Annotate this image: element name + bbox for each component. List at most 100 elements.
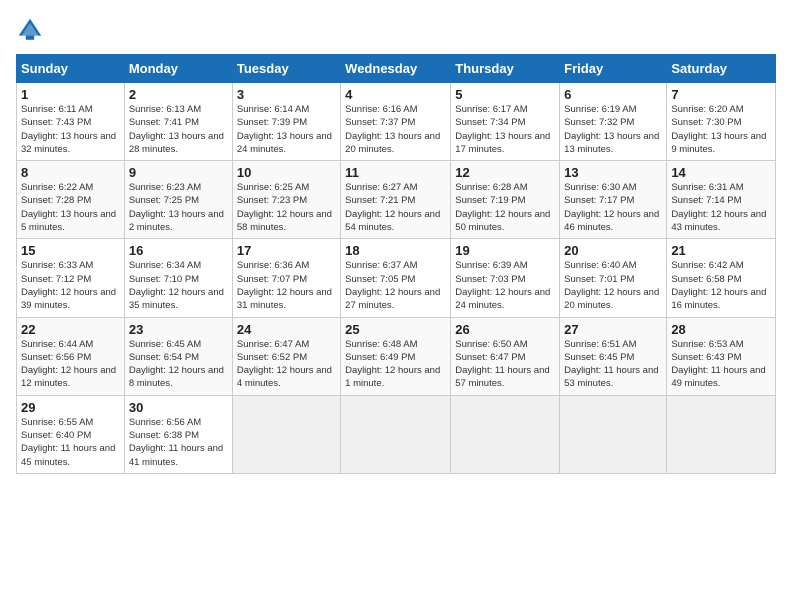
calendar-day-cell — [232, 395, 340, 473]
calendar-day-cell — [560, 395, 667, 473]
logo — [16, 16, 48, 44]
header — [16, 16, 776, 44]
calendar-day-cell: 1 Sunrise: 6:11 AM Sunset: 7:43 PM Dayli… — [17, 83, 125, 161]
weekday-header: Tuesday — [232, 55, 340, 83]
day-info: Sunrise: 6:45 AM Sunset: 6:54 PM Dayligh… — [129, 338, 228, 391]
calendar-day-cell: 24 Sunrise: 6:47 AM Sunset: 6:52 PM Dayl… — [232, 317, 340, 395]
day-info: Sunrise: 6:31 AM Sunset: 7:14 PM Dayligh… — [671, 181, 771, 234]
day-number: 6 — [564, 87, 662, 102]
day-info: Sunrise: 6:28 AM Sunset: 7:19 PM Dayligh… — [455, 181, 555, 234]
day-number: 27 — [564, 322, 662, 337]
day-number: 22 — [21, 322, 120, 337]
calendar-day-cell: 22 Sunrise: 6:44 AM Sunset: 6:56 PM Dayl… — [17, 317, 125, 395]
day-number: 3 — [237, 87, 336, 102]
day-info: Sunrise: 6:51 AM Sunset: 6:45 PM Dayligh… — [564, 338, 662, 391]
weekday-header: Wednesday — [341, 55, 451, 83]
logo-icon — [16, 16, 44, 44]
calendar-day-cell: 2 Sunrise: 6:13 AM Sunset: 7:41 PM Dayli… — [124, 83, 232, 161]
day-info: Sunrise: 6:13 AM Sunset: 7:41 PM Dayligh… — [129, 103, 228, 156]
calendar-day-cell: 23 Sunrise: 6:45 AM Sunset: 6:54 PM Dayl… — [124, 317, 232, 395]
day-number: 14 — [671, 165, 771, 180]
day-number: 9 — [129, 165, 228, 180]
calendar: SundayMondayTuesdayWednesdayThursdayFrid… — [16, 54, 776, 474]
day-info: Sunrise: 6:55 AM Sunset: 6:40 PM Dayligh… — [21, 416, 120, 469]
calendar-day-cell: 28 Sunrise: 6:53 AM Sunset: 6:43 PM Dayl… — [667, 317, 776, 395]
weekday-header: Saturday — [667, 55, 776, 83]
day-number: 28 — [671, 322, 771, 337]
day-number: 26 — [455, 322, 555, 337]
day-info: Sunrise: 6:44 AM Sunset: 6:56 PM Dayligh… — [21, 338, 120, 391]
day-info: Sunrise: 6:34 AM Sunset: 7:10 PM Dayligh… — [129, 259, 228, 312]
calendar-day-cell — [667, 395, 776, 473]
day-number: 19 — [455, 243, 555, 258]
day-info: Sunrise: 6:53 AM Sunset: 6:43 PM Dayligh… — [671, 338, 771, 391]
day-info: Sunrise: 6:36 AM Sunset: 7:07 PM Dayligh… — [237, 259, 336, 312]
weekday-header: Sunday — [17, 55, 125, 83]
day-number: 10 — [237, 165, 336, 180]
calendar-day-cell: 18 Sunrise: 6:37 AM Sunset: 7:05 PM Dayl… — [341, 239, 451, 317]
calendar-day-cell: 7 Sunrise: 6:20 AM Sunset: 7:30 PM Dayli… — [667, 83, 776, 161]
day-number: 13 — [564, 165, 662, 180]
day-info: Sunrise: 6:37 AM Sunset: 7:05 PM Dayligh… — [345, 259, 446, 312]
day-number: 11 — [345, 165, 446, 180]
calendar-day-cell: 26 Sunrise: 6:50 AM Sunset: 6:47 PM Dayl… — [451, 317, 560, 395]
calendar-day-cell: 30 Sunrise: 6:56 AM Sunset: 6:38 PM Dayl… — [124, 395, 232, 473]
calendar-day-cell: 25 Sunrise: 6:48 AM Sunset: 6:49 PM Dayl… — [341, 317, 451, 395]
day-info: Sunrise: 6:23 AM Sunset: 7:25 PM Dayligh… — [129, 181, 228, 234]
day-number: 5 — [455, 87, 555, 102]
day-info: Sunrise: 6:47 AM Sunset: 6:52 PM Dayligh… — [237, 338, 336, 391]
calendar-day-cell: 5 Sunrise: 6:17 AM Sunset: 7:34 PM Dayli… — [451, 83, 560, 161]
day-number: 12 — [455, 165, 555, 180]
day-number: 2 — [129, 87, 228, 102]
calendar-week-row: 29 Sunrise: 6:55 AM Sunset: 6:40 PM Dayl… — [17, 395, 776, 473]
day-info: Sunrise: 6:42 AM Sunset: 6:58 PM Dayligh… — [671, 259, 771, 312]
calendar-day-cell: 9 Sunrise: 6:23 AM Sunset: 7:25 PM Dayli… — [124, 161, 232, 239]
day-info: Sunrise: 6:19 AM Sunset: 7:32 PM Dayligh… — [564, 103, 662, 156]
day-info: Sunrise: 6:20 AM Sunset: 7:30 PM Dayligh… — [671, 103, 771, 156]
day-number: 1 — [21, 87, 120, 102]
calendar-day-cell: 13 Sunrise: 6:30 AM Sunset: 7:17 PM Dayl… — [560, 161, 667, 239]
day-info: Sunrise: 6:50 AM Sunset: 6:47 PM Dayligh… — [455, 338, 555, 391]
day-info: Sunrise: 6:11 AM Sunset: 7:43 PM Dayligh… — [21, 103, 120, 156]
calendar-day-cell: 6 Sunrise: 6:19 AM Sunset: 7:32 PM Dayli… — [560, 83, 667, 161]
day-number: 4 — [345, 87, 446, 102]
calendar-day-cell: 10 Sunrise: 6:25 AM Sunset: 7:23 PM Dayl… — [232, 161, 340, 239]
weekday-header: Friday — [560, 55, 667, 83]
day-number: 15 — [21, 243, 120, 258]
calendar-day-cell: 19 Sunrise: 6:39 AM Sunset: 7:03 PM Dayl… — [451, 239, 560, 317]
day-info: Sunrise: 6:48 AM Sunset: 6:49 PM Dayligh… — [345, 338, 446, 391]
page: SundayMondayTuesdayWednesdayThursdayFrid… — [0, 0, 792, 612]
day-info: Sunrise: 6:27 AM Sunset: 7:21 PM Dayligh… — [345, 181, 446, 234]
calendar-day-cell: 29 Sunrise: 6:55 AM Sunset: 6:40 PM Dayl… — [17, 395, 125, 473]
day-number: 29 — [21, 400, 120, 415]
calendar-day-cell: 11 Sunrise: 6:27 AM Sunset: 7:21 PM Dayl… — [341, 161, 451, 239]
calendar-day-cell: 17 Sunrise: 6:36 AM Sunset: 7:07 PM Dayl… — [232, 239, 340, 317]
day-number: 16 — [129, 243, 228, 258]
calendar-day-cell: 3 Sunrise: 6:14 AM Sunset: 7:39 PM Dayli… — [232, 83, 340, 161]
day-info: Sunrise: 6:33 AM Sunset: 7:12 PM Dayligh… — [21, 259, 120, 312]
calendar-week-row: 15 Sunrise: 6:33 AM Sunset: 7:12 PM Dayl… — [17, 239, 776, 317]
calendar-day-cell: 14 Sunrise: 6:31 AM Sunset: 7:14 PM Dayl… — [667, 161, 776, 239]
calendar-day-cell: 20 Sunrise: 6:40 AM Sunset: 7:01 PM Dayl… — [560, 239, 667, 317]
weekday-header: Thursday — [451, 55, 560, 83]
day-number: 23 — [129, 322, 228, 337]
calendar-day-cell: 27 Sunrise: 6:51 AM Sunset: 6:45 PM Dayl… — [560, 317, 667, 395]
calendar-week-row: 22 Sunrise: 6:44 AM Sunset: 6:56 PM Dayl… — [17, 317, 776, 395]
calendar-day-cell: 16 Sunrise: 6:34 AM Sunset: 7:10 PM Dayl… — [124, 239, 232, 317]
calendar-week-row: 8 Sunrise: 6:22 AM Sunset: 7:28 PM Dayli… — [17, 161, 776, 239]
day-info: Sunrise: 6:16 AM Sunset: 7:37 PM Dayligh… — [345, 103, 446, 156]
day-info: Sunrise: 6:14 AM Sunset: 7:39 PM Dayligh… — [237, 103, 336, 156]
day-number: 7 — [671, 87, 771, 102]
day-info: Sunrise: 6:17 AM Sunset: 7:34 PM Dayligh… — [455, 103, 555, 156]
day-info: Sunrise: 6:39 AM Sunset: 7:03 PM Dayligh… — [455, 259, 555, 312]
calendar-day-cell: 12 Sunrise: 6:28 AM Sunset: 7:19 PM Dayl… — [451, 161, 560, 239]
day-info: Sunrise: 6:22 AM Sunset: 7:28 PM Dayligh… — [21, 181, 120, 234]
day-info: Sunrise: 6:40 AM Sunset: 7:01 PM Dayligh… — [564, 259, 662, 312]
day-number: 18 — [345, 243, 446, 258]
day-number: 21 — [671, 243, 771, 258]
day-info: Sunrise: 6:25 AM Sunset: 7:23 PM Dayligh… — [237, 181, 336, 234]
calendar-day-cell: 15 Sunrise: 6:33 AM Sunset: 7:12 PM Dayl… — [17, 239, 125, 317]
weekday-header: Monday — [124, 55, 232, 83]
calendar-week-row: 1 Sunrise: 6:11 AM Sunset: 7:43 PM Dayli… — [17, 83, 776, 161]
calendar-day-cell: 4 Sunrise: 6:16 AM Sunset: 7:37 PM Dayli… — [341, 83, 451, 161]
